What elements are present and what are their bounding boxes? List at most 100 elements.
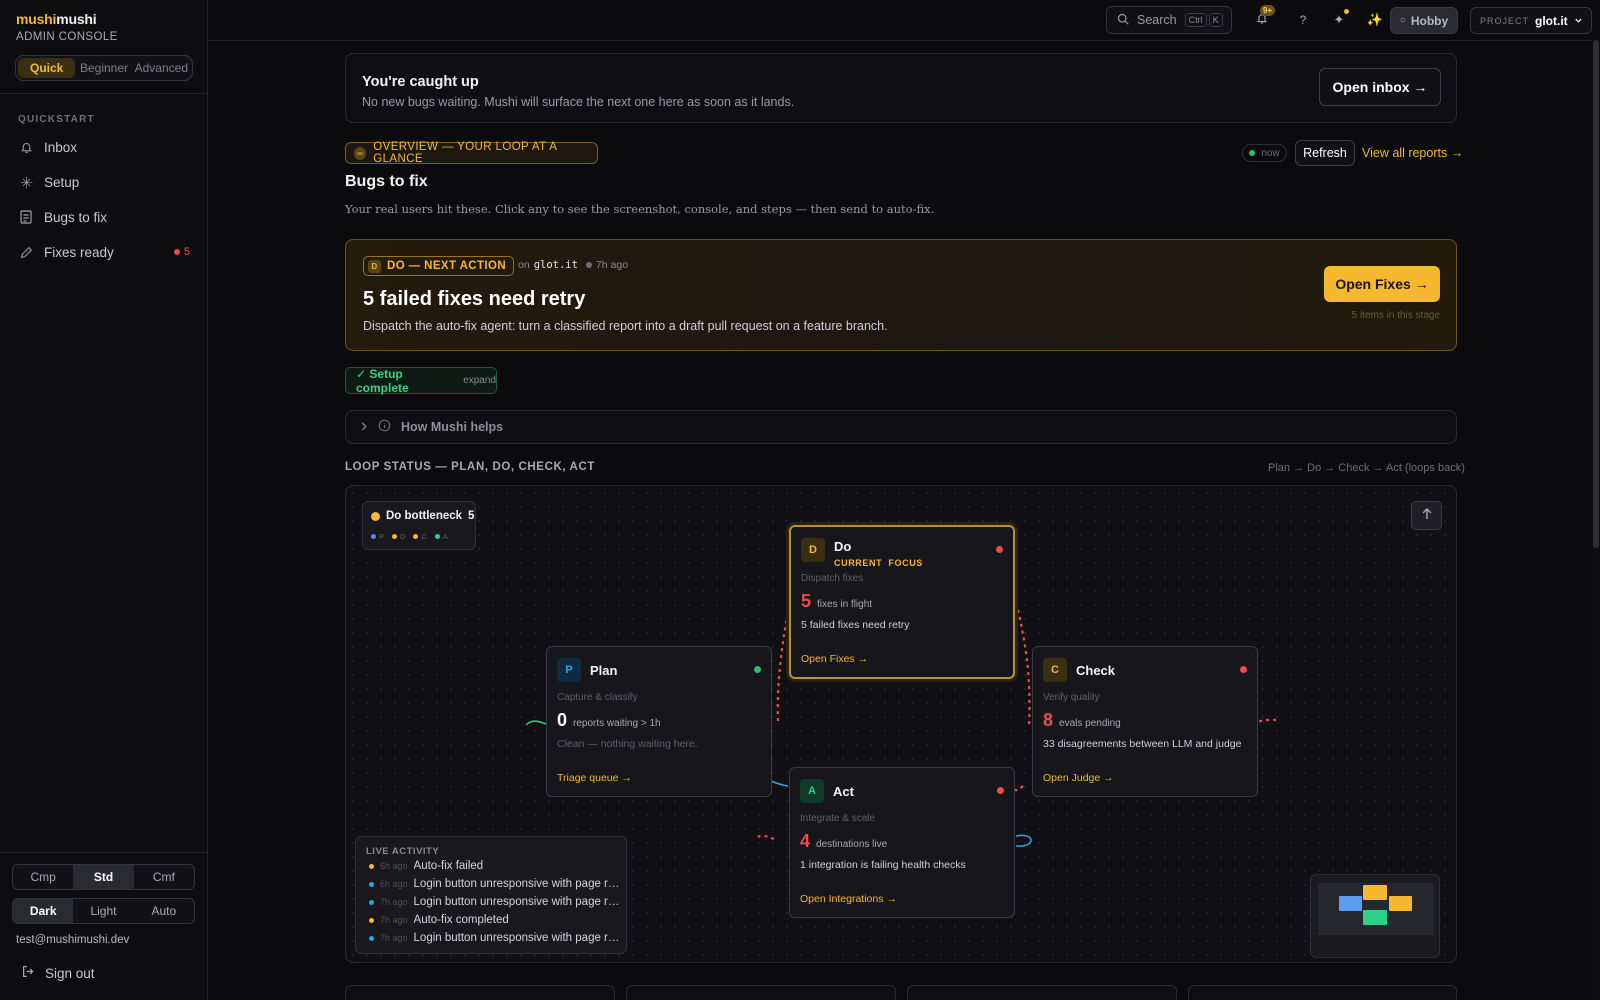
activity-time: 7h ago <box>380 897 408 907</box>
arrow-up-icon <box>1422 508 1432 523</box>
legend-do: D <box>392 532 405 541</box>
brand-logo[interactable]: mushimushi <box>16 11 97 27</box>
sign-out-label: Sign out <box>45 965 95 981</box>
activity-dot <box>369 881 374 887</box>
open-inbox-button[interactable]: Open inbox → <box>1319 68 1441 106</box>
overview-pill: ∞ OVERVIEW — YOUR LOOP AT A GLANCE <box>345 141 598 165</box>
sidebar-item-bugs[interactable]: Bugs to fix <box>12 202 196 232</box>
bell-icon <box>18 139 34 155</box>
loop-canvas[interactable]: Do bottleneck 5 P D C A D Do CURRENT FOC… <box>345 485 1457 963</box>
magic-button[interactable]: ✨ <box>1365 9 1385 31</box>
activity-row[interactable]: 6h ago Login button unresponsive with pa… <box>369 876 621 892</box>
scrollbar-thumb[interactable] <box>1593 40 1599 548</box>
mode-quick[interactable]: Quick <box>18 58 76 78</box>
density-comfortable[interactable]: Cmf <box>134 865 194 889</box>
notifications-button[interactable]: 9+ <box>1252 5 1276 31</box>
node-status-dot <box>754 666 761 673</box>
node-status-dot <box>1240 666 1247 673</box>
density-compact[interactable]: Cmp <box>13 865 73 889</box>
node-metric-label: evals pending <box>1059 718 1121 729</box>
stat-card-2 <box>626 985 896 1000</box>
loop-node-plan[interactable]: P Plan Capture & classify 0 reports wait… <box>546 646 772 797</box>
activity-row[interactable]: 7h ago Auto-fix completed <box>369 912 621 928</box>
next-action-meta: on glot.it 7h ago <box>518 259 628 271</box>
badge-count: 5 <box>183 246 190 258</box>
fixes-ready-badge: 5 <box>173 246 190 258</box>
density-standard[interactable]: Std <box>73 865 134 889</box>
last-updated-pill: now <box>1242 144 1287 162</box>
activity-time: 7h ago <box>380 933 408 943</box>
loop-node-check[interactable]: C Check Verify quality 8 evals pending 3… <box>1032 646 1258 797</box>
setup-complete-toggle[interactable]: ✓ Setup complete expand <box>345 366 497 395</box>
plan-label: Hobby <box>1410 13 1449 28</box>
page-subtitle: Your real users hit these. Click any to … <box>345 202 935 216</box>
sidebar-divider <box>0 852 208 853</box>
node-metric-label: reports waiting > 1h <box>573 718 661 729</box>
activity-row[interactable]: 7h ago Login button unresponsive with pa… <box>369 894 621 910</box>
search-button[interactable]: Search Ctrl K <box>1106 6 1232 34</box>
loop-node-do[interactable]: D Do CURRENT FOCUS Dispatch fixes 5 fixe… <box>789 525 1015 679</box>
theme-dark[interactable]: Dark <box>13 899 74 923</box>
theme-light[interactable]: Light <box>73 899 133 923</box>
open-judge-link[interactable]: Open Judge → <box>1043 772 1114 784</box>
edge-plan-in <box>525 720 547 726</box>
minimap-node-check <box>1389 896 1412 911</box>
sidebar-item-fixes-ready[interactable]: Fixes ready 5 <box>12 237 196 267</box>
sidebar-item-inbox[interactable]: Inbox <box>12 132 196 162</box>
badge-dot <box>173 249 180 255</box>
mode-beginner[interactable]: Beginner <box>75 58 132 78</box>
node-note: 5 failed fixes need retry <box>801 619 910 631</box>
view-all-reports-link[interactable]: View all reports → <box>1362 146 1463 160</box>
sign-out-button[interactable]: Sign out <box>22 965 95 981</box>
next-action-card: D DO — NEXT ACTION on glot.it 7h ago 5 f… <box>345 239 1457 351</box>
live-activity-title: LIVE ACTIVITY <box>366 846 440 857</box>
minimap-viewport <box>1318 883 1434 935</box>
bottleneck-dot <box>371 511 380 521</box>
loop-node-act[interactable]: A Act Integrate & scale 4 destinations l… <box>789 767 1015 918</box>
edge-plan-to-act <box>770 780 789 787</box>
loop-minimap[interactable] <box>1310 874 1440 958</box>
theme-auto[interactable]: Auto <box>134 899 194 923</box>
assistant-button[interactable]: ✦ <box>1329 9 1349 31</box>
node-name: Act <box>833 784 854 799</box>
legend-plan: P <box>371 532 384 541</box>
refresh-button[interactable]: Refresh <box>1295 140 1355 166</box>
help-button[interactable]: ? <box>1293 9 1313 31</box>
document-icon <box>18 209 34 225</box>
activity-row[interactable]: 7h ago Login button unresponsive with pa… <box>369 930 621 946</box>
activity-dot <box>369 863 374 869</box>
last-updated-label: now <box>1261 147 1280 159</box>
setup-complete-label: ✓ Setup complete <box>356 366 409 395</box>
node-metric-count: 5 <box>801 591 812 611</box>
sign-out-icon <box>22 965 35 981</box>
user-email: test@mushimushi.dev <box>16 934 130 946</box>
activity-text: Login button unresponsive with page refr… <box>413 878 621 890</box>
legend-act: A <box>434 532 448 541</box>
open-fixes-link[interactable]: Open Fixes → <box>801 653 868 665</box>
minimap-node-act <box>1363 910 1387 925</box>
scroll-to-top-button[interactable] <box>1411 501 1442 530</box>
plan-badge[interactable]: ○ Hobby <box>1390 7 1458 34</box>
sidebar-item-setup[interactable]: Setup <box>12 167 196 197</box>
top-bar: Search Ctrl K 9+ ? ✦ ✨ ○ Hobby PROJECT g… <box>208 0 1600 41</box>
stat-card-1 <box>345 985 615 1000</box>
edge-act-right <box>1015 834 1032 847</box>
mode-advanced[interactable]: Advanced <box>133 58 190 78</box>
sidebar: mushimushi ADMIN CONSOLE Quick Beginner … <box>0 0 208 1000</box>
project-selector[interactable]: PROJECT glot.it <box>1470 7 1592 34</box>
how-mushi-helps-accordion[interactable]: How Mushi helps <box>345 410 1457 444</box>
triage-queue-link[interactable]: Triage queue → <box>557 772 632 784</box>
sidebar-item-label: Fixes ready <box>44 244 114 260</box>
open-fixes-button[interactable]: Open Fixes → <box>1324 266 1440 302</box>
node-metric: 4 destinations live <box>800 831 887 852</box>
kbd-ctrl: Ctrl <box>1184 13 1207 27</box>
node-letter: A <box>800 779 824 803</box>
activity-row[interactable]: 6h ago Auto-fix failed <box>369 858 621 874</box>
meta-dot <box>585 262 592 268</box>
node-note: 1 integration is failing health checks <box>800 859 966 871</box>
plan-circle-icon: ○ <box>1399 15 1406 26</box>
activity-text: Login button unresponsive with page refr… <box>413 896 621 908</box>
open-integrations-link[interactable]: Open Integrations → <box>800 893 897 905</box>
chevron-right-icon <box>360 420 368 434</box>
how-mushi-helps-label: How Mushi helps <box>401 420 504 434</box>
